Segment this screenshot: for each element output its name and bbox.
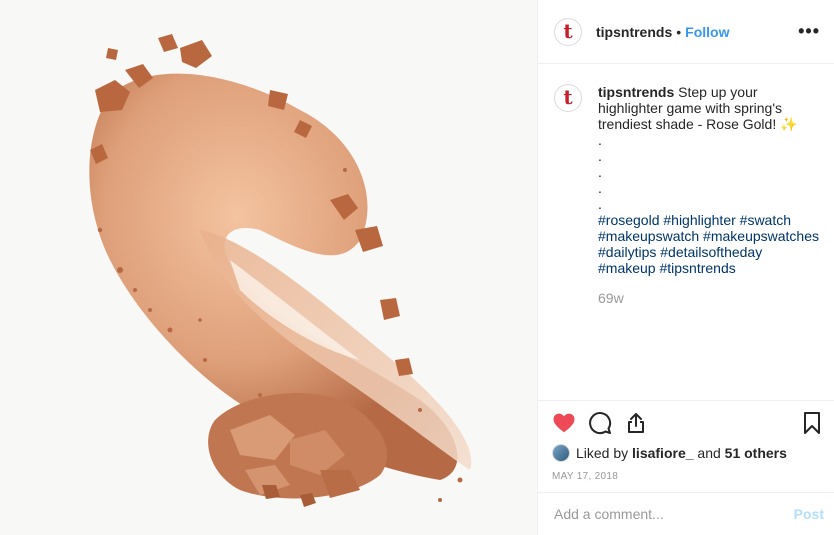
hashtag-line[interactable]: #dailytips #detailsoftheday	[598, 244, 762, 260]
post-comment-button[interactable]: Post	[794, 506, 824, 522]
profile-avatar[interactable]: t	[554, 17, 582, 46]
hashtag-line[interactable]: #makeup #tipsntrends	[598, 260, 736, 276]
comment-box: Post	[538, 492, 834, 535]
highlighter-swatch-image	[0, 0, 537, 535]
action-icons	[538, 401, 834, 445]
comment-icon[interactable]	[588, 411, 612, 435]
more-options-icon[interactable]: •••	[798, 21, 820, 42]
follow-button[interactable]: Follow	[685, 24, 729, 40]
share-icon[interactable]	[624, 411, 648, 435]
caption-dot: .	[598, 180, 602, 196]
bookmark-icon[interactable]	[800, 411, 824, 435]
post-panel: t tipsntrends • Follow ••• t tipsntrends…	[537, 0, 834, 535]
heart-filled-icon[interactable]	[552, 411, 576, 435]
separator-dot: •	[676, 23, 682, 40]
instagram-post: t tipsntrends • Follow ••• t tipsntrends…	[0, 0, 834, 535]
action-bar: Liked by lisafiore_ and 51 others MAY 17…	[538, 400, 834, 482]
caption-text-block: tipsntrends Step up your highlighter gam…	[598, 84, 820, 306]
post-header: t tipsntrends • Follow •••	[538, 0, 834, 64]
hashtag-line[interactable]: #rosegold #highlighter #swatch	[598, 212, 791, 228]
caption: t tipsntrends Step up your highlighter g…	[554, 84, 820, 306]
brand-logo: t	[563, 18, 573, 43]
likes-others-link[interactable]: 51 others	[725, 445, 787, 461]
caption-username-link[interactable]: tipsntrends	[598, 84, 674, 100]
brand-logo: t	[563, 85, 573, 109]
likes-middle: and	[697, 445, 721, 461]
post-image[interactable]	[0, 0, 537, 535]
caption-dot: .	[598, 132, 602, 148]
comment-input[interactable]	[552, 505, 794, 523]
caption-dot: .	[598, 196, 602, 212]
hashtags: #rosegold #highlighter #swatch #makeupsw…	[598, 212, 820, 276]
hashtag-line[interactable]: #makeupswatch #makeupswatches	[598, 228, 819, 244]
caption-timestamp[interactable]: 69w	[598, 290, 820, 306]
caption-avatar[interactable]: t	[554, 84, 582, 112]
likes-prefix: Liked by	[576, 445, 629, 461]
caption-dots: . . . . .	[598, 132, 820, 212]
liker-avatar[interactable]	[552, 444, 570, 462]
caption-dot: .	[598, 148, 602, 164]
caption-dot: .	[598, 164, 602, 180]
liker-username-link[interactable]: lisafiore_	[632, 445, 693, 461]
header-username-link[interactable]: tipsntrends	[596, 24, 672, 40]
likes-summary: Liked by lisafiore_ and 51 others	[538, 444, 834, 462]
post-date[interactable]: MAY 17, 2018	[538, 471, 834, 482]
